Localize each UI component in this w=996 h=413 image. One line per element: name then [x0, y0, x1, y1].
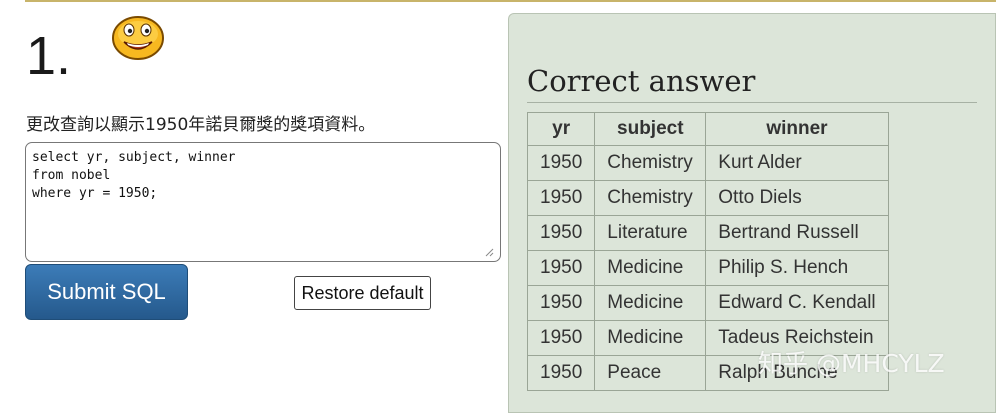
cell-winner: Bertrand Russell: [705, 215, 889, 251]
answer-title: Correct answer: [527, 64, 756, 98]
sql-editor[interactable]: select yr, subject, winner from nobel wh…: [25, 142, 501, 262]
cell-yr: 1950: [526, 180, 596, 216]
cell-winner: Otto Diels: [705, 180, 889, 216]
table-row: 1950 Chemistry Kurt Alder: [526, 145, 889, 181]
cell-winner: Kurt Alder: [705, 145, 889, 181]
resize-grip-icon[interactable]: [484, 247, 494, 257]
cell-yr: 1950: [526, 320, 596, 356]
smiley-face-icon: [112, 16, 164, 60]
table-header-row: yr subject winner: [526, 112, 889, 146]
cell-subject: Chemistry: [594, 180, 707, 216]
cell-subject: Literature: [594, 215, 707, 251]
table-row: 1950 Medicine Edward C. Kendall: [526, 285, 889, 321]
question-number: 1.: [26, 26, 72, 86]
cell-winner: Edward C. Kendall: [705, 285, 889, 321]
column-header-yr: yr: [526, 112, 596, 146]
question-prompt: 更改查詢以顯示1950年諾貝爾獎的獎項資料。: [26, 115, 376, 135]
cell-yr: 1950: [526, 355, 596, 391]
cell-yr: 1950: [526, 285, 596, 321]
table-row: 1950 Medicine Philip S. Hench: [526, 250, 889, 286]
restore-default-button[interactable]: Restore default: [294, 276, 431, 310]
cell-subject: Chemistry: [594, 145, 707, 181]
table-row: 1950 Literature Bertrand Russell: [526, 215, 889, 251]
table-row: 1950 Chemistry Otto Diels: [526, 180, 889, 216]
top-divider: [25, 0, 996, 2]
cell-yr: 1950: [526, 250, 596, 286]
answer-divider: [527, 102, 977, 103]
cell-yr: 1950: [526, 215, 596, 251]
cell-subject: Medicine: [594, 320, 707, 356]
cell-subject: Medicine: [594, 250, 707, 286]
column-header-winner: winner: [705, 112, 889, 146]
column-header-subject: subject: [594, 112, 707, 146]
cell-winner: Philip S. Hench: [705, 250, 889, 286]
cell-yr: 1950: [526, 145, 596, 181]
cell-subject: Medicine: [594, 285, 707, 321]
cell-subject: Peace: [594, 355, 707, 391]
watermark: 知乎 @MHCYLZ: [758, 349, 945, 378]
submit-sql-button[interactable]: Submit SQL: [25, 264, 188, 320]
